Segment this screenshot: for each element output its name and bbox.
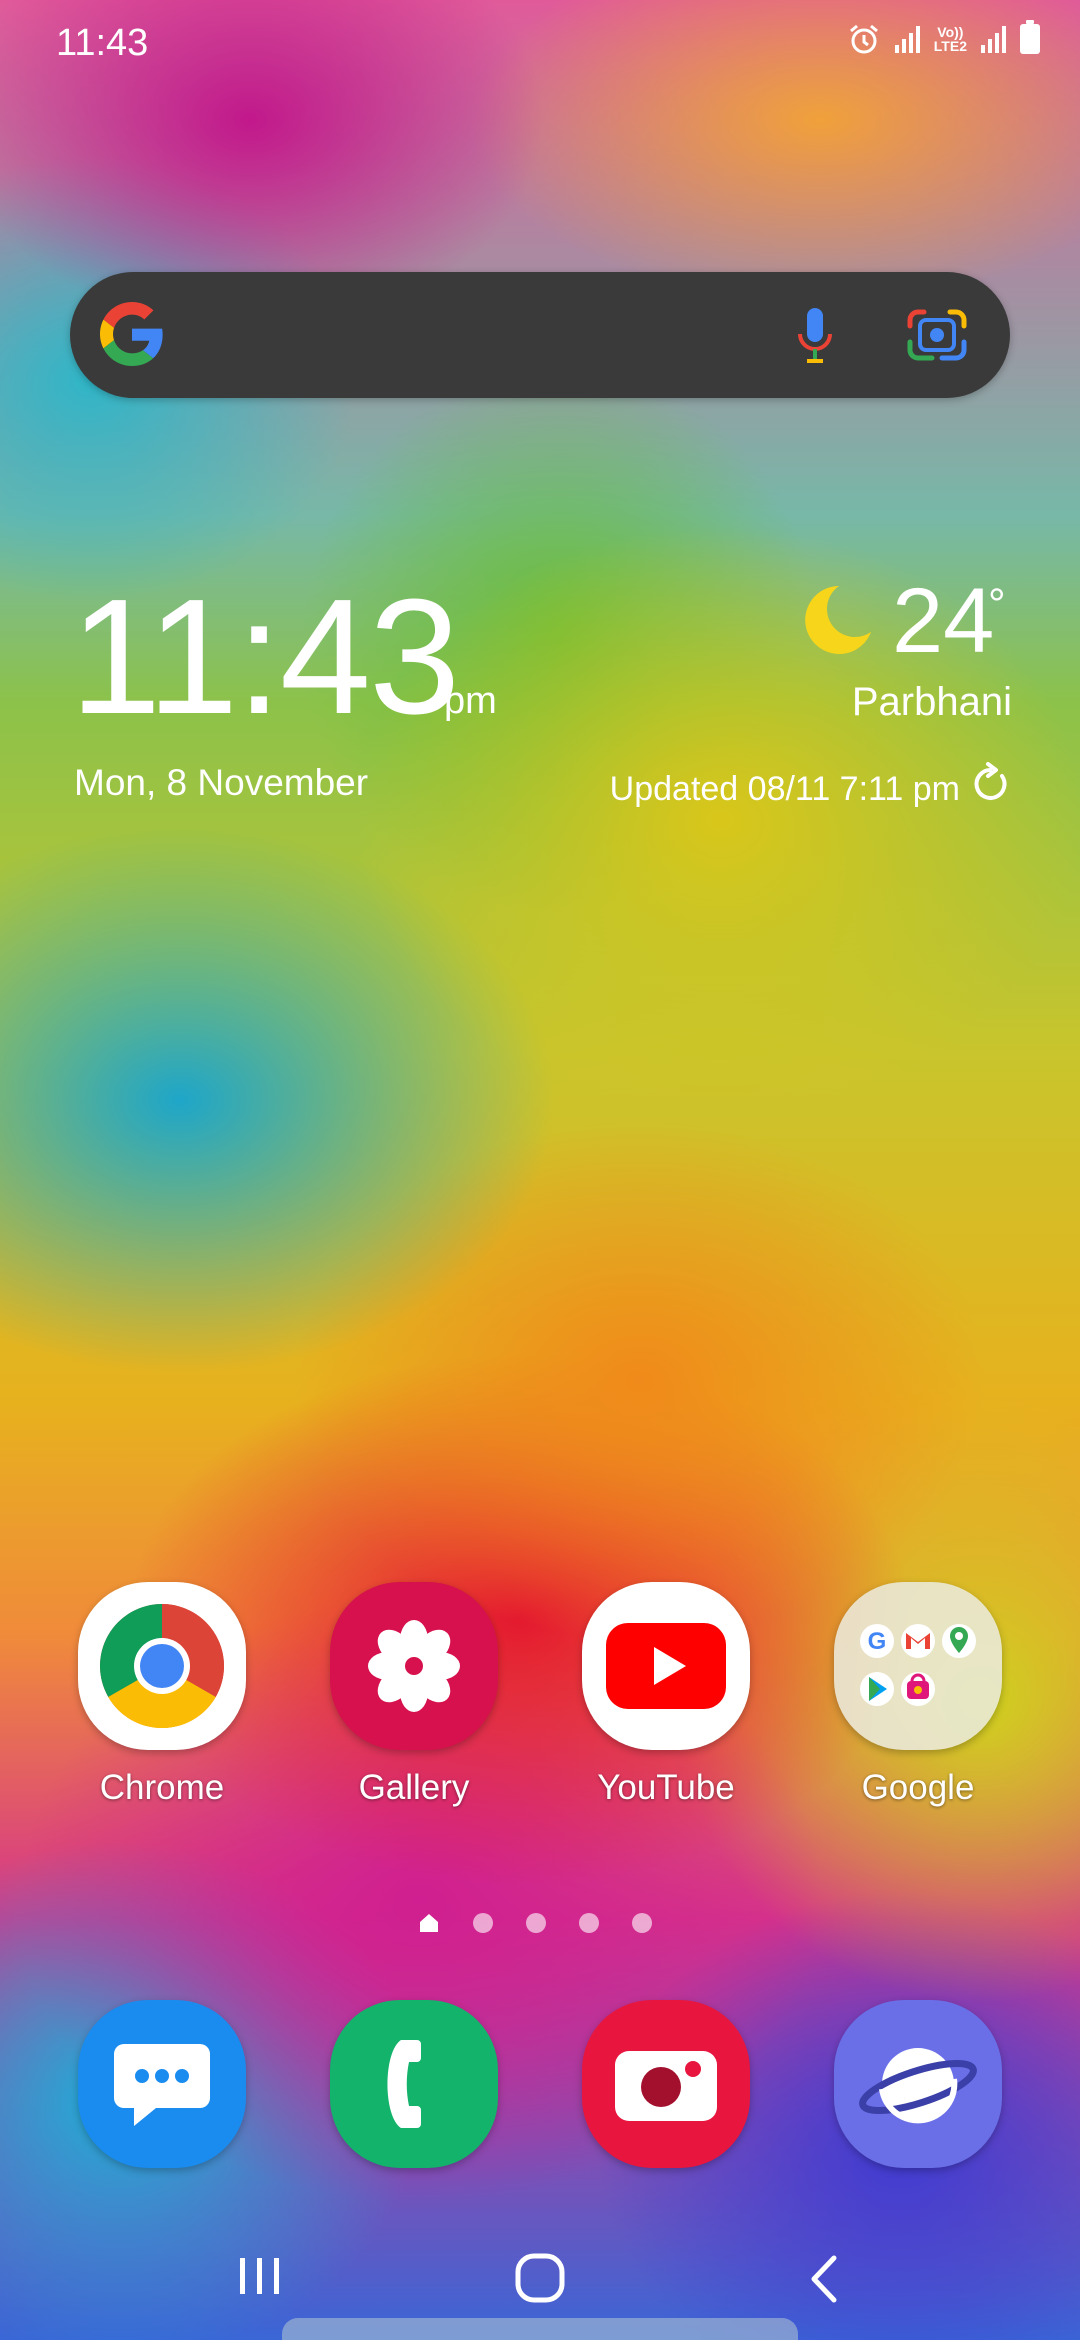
dock-messages[interactable] <box>62 2000 262 2168</box>
gesture-pill <box>282 2318 798 2340</box>
internet-icon <box>834 2000 1002 2168</box>
dock-camera[interactable] <box>566 2000 766 2168</box>
weather-degree: ° <box>988 580 1006 629</box>
moon-icon <box>805 586 871 654</box>
play-store-mini-icon <box>860 1672 894 1706</box>
chrome-icon <box>78 1582 246 1750</box>
maps-mini-icon <box>942 1624 976 1658</box>
back-icon[interactable] <box>806 2254 840 2304</box>
microphone-icon[interactable] <box>790 304 840 368</box>
google-lens-icon[interactable] <box>906 306 968 364</box>
page-dot <box>473 1913 493 1933</box>
messages-icon <box>78 2000 246 2168</box>
battery-icon <box>1020 20 1040 54</box>
clock-ampm: pm <box>444 680 497 722</box>
app-chrome[interactable]: Chrome <box>62 1582 262 1808</box>
app-google-folder[interactable]: G Google <box>818 1582 1018 1808</box>
dock-internet[interactable] <box>818 2000 1018 2168</box>
home-page-indicator-icon <box>420 1914 438 1932</box>
app-gallery[interactable]: Gallery <box>314 1582 514 1808</box>
page-dot <box>579 1913 599 1933</box>
clock-date[interactable]: Mon, 8 November <box>74 762 368 804</box>
youtube-icon <box>582 1582 750 1750</box>
status-icons: Vo)) LTE2 <box>847 20 1040 56</box>
app-label: Chrome <box>99 1768 225 1807</box>
app-label: YouTube <box>597 1768 735 1807</box>
page-indicator[interactable] <box>418 1912 652 1934</box>
alarm-icon <box>849 24 878 54</box>
phone-icon <box>330 2000 498 2168</box>
app-label: Gallery <box>358 1768 470 1807</box>
gallery-icon <box>330 1582 498 1750</box>
page-dot <box>632 1913 652 1933</box>
weather-city[interactable]: Parbhani <box>852 680 1012 725</box>
app-label: Google <box>861 1768 975 1807</box>
svg-text:G: G <box>868 1628 887 1655</box>
camera-icon <box>582 2000 750 2168</box>
weather-updated: Updated 08/11 7:11 pm <box>609 770 960 808</box>
google-folder-icon: G <box>834 1582 1002 1750</box>
google-logo-icon <box>100 302 163 366</box>
dock-phone[interactable] <box>314 2000 514 2168</box>
page-dot <box>526 1913 546 1933</box>
google-search-bar[interactable] <box>70 272 1010 398</box>
home-icon[interactable] <box>514 2252 566 2304</box>
app-youtube[interactable]: YouTube <box>566 1582 766 1808</box>
clock-time[interactable]: 11:43 <box>70 575 460 739</box>
signal-icon <box>981 25 1006 53</box>
refresh-icon[interactable] <box>968 762 1012 806</box>
gmail-mini-icon <box>901 1624 935 1658</box>
volte-icon: Vo)) LTE2 <box>933 24 967 54</box>
recent-apps-icon[interactable] <box>238 2256 282 2296</box>
google-mini-icon: G <box>860 1624 894 1658</box>
shopping-mini-icon <box>901 1672 935 1706</box>
signal-icon <box>894 25 920 53</box>
status-time: 11:43 <box>56 22 149 64</box>
weather-temperature[interactable]: 24 <box>892 575 994 667</box>
